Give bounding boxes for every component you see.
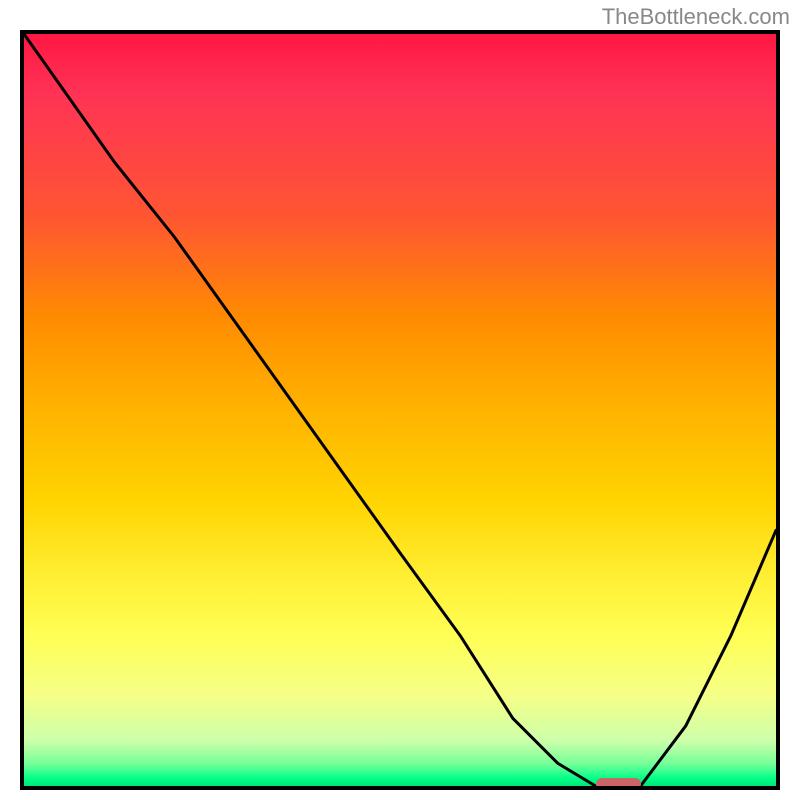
optimal-range-marker [596, 778, 641, 790]
plot-area [20, 30, 780, 790]
watermark-text: TheBottleneck.com [602, 4, 790, 30]
bottleneck-curve-svg [24, 34, 776, 786]
bottleneck-curve-path [24, 34, 776, 786]
chart-container: TheBottleneck.com [0, 0, 800, 800]
